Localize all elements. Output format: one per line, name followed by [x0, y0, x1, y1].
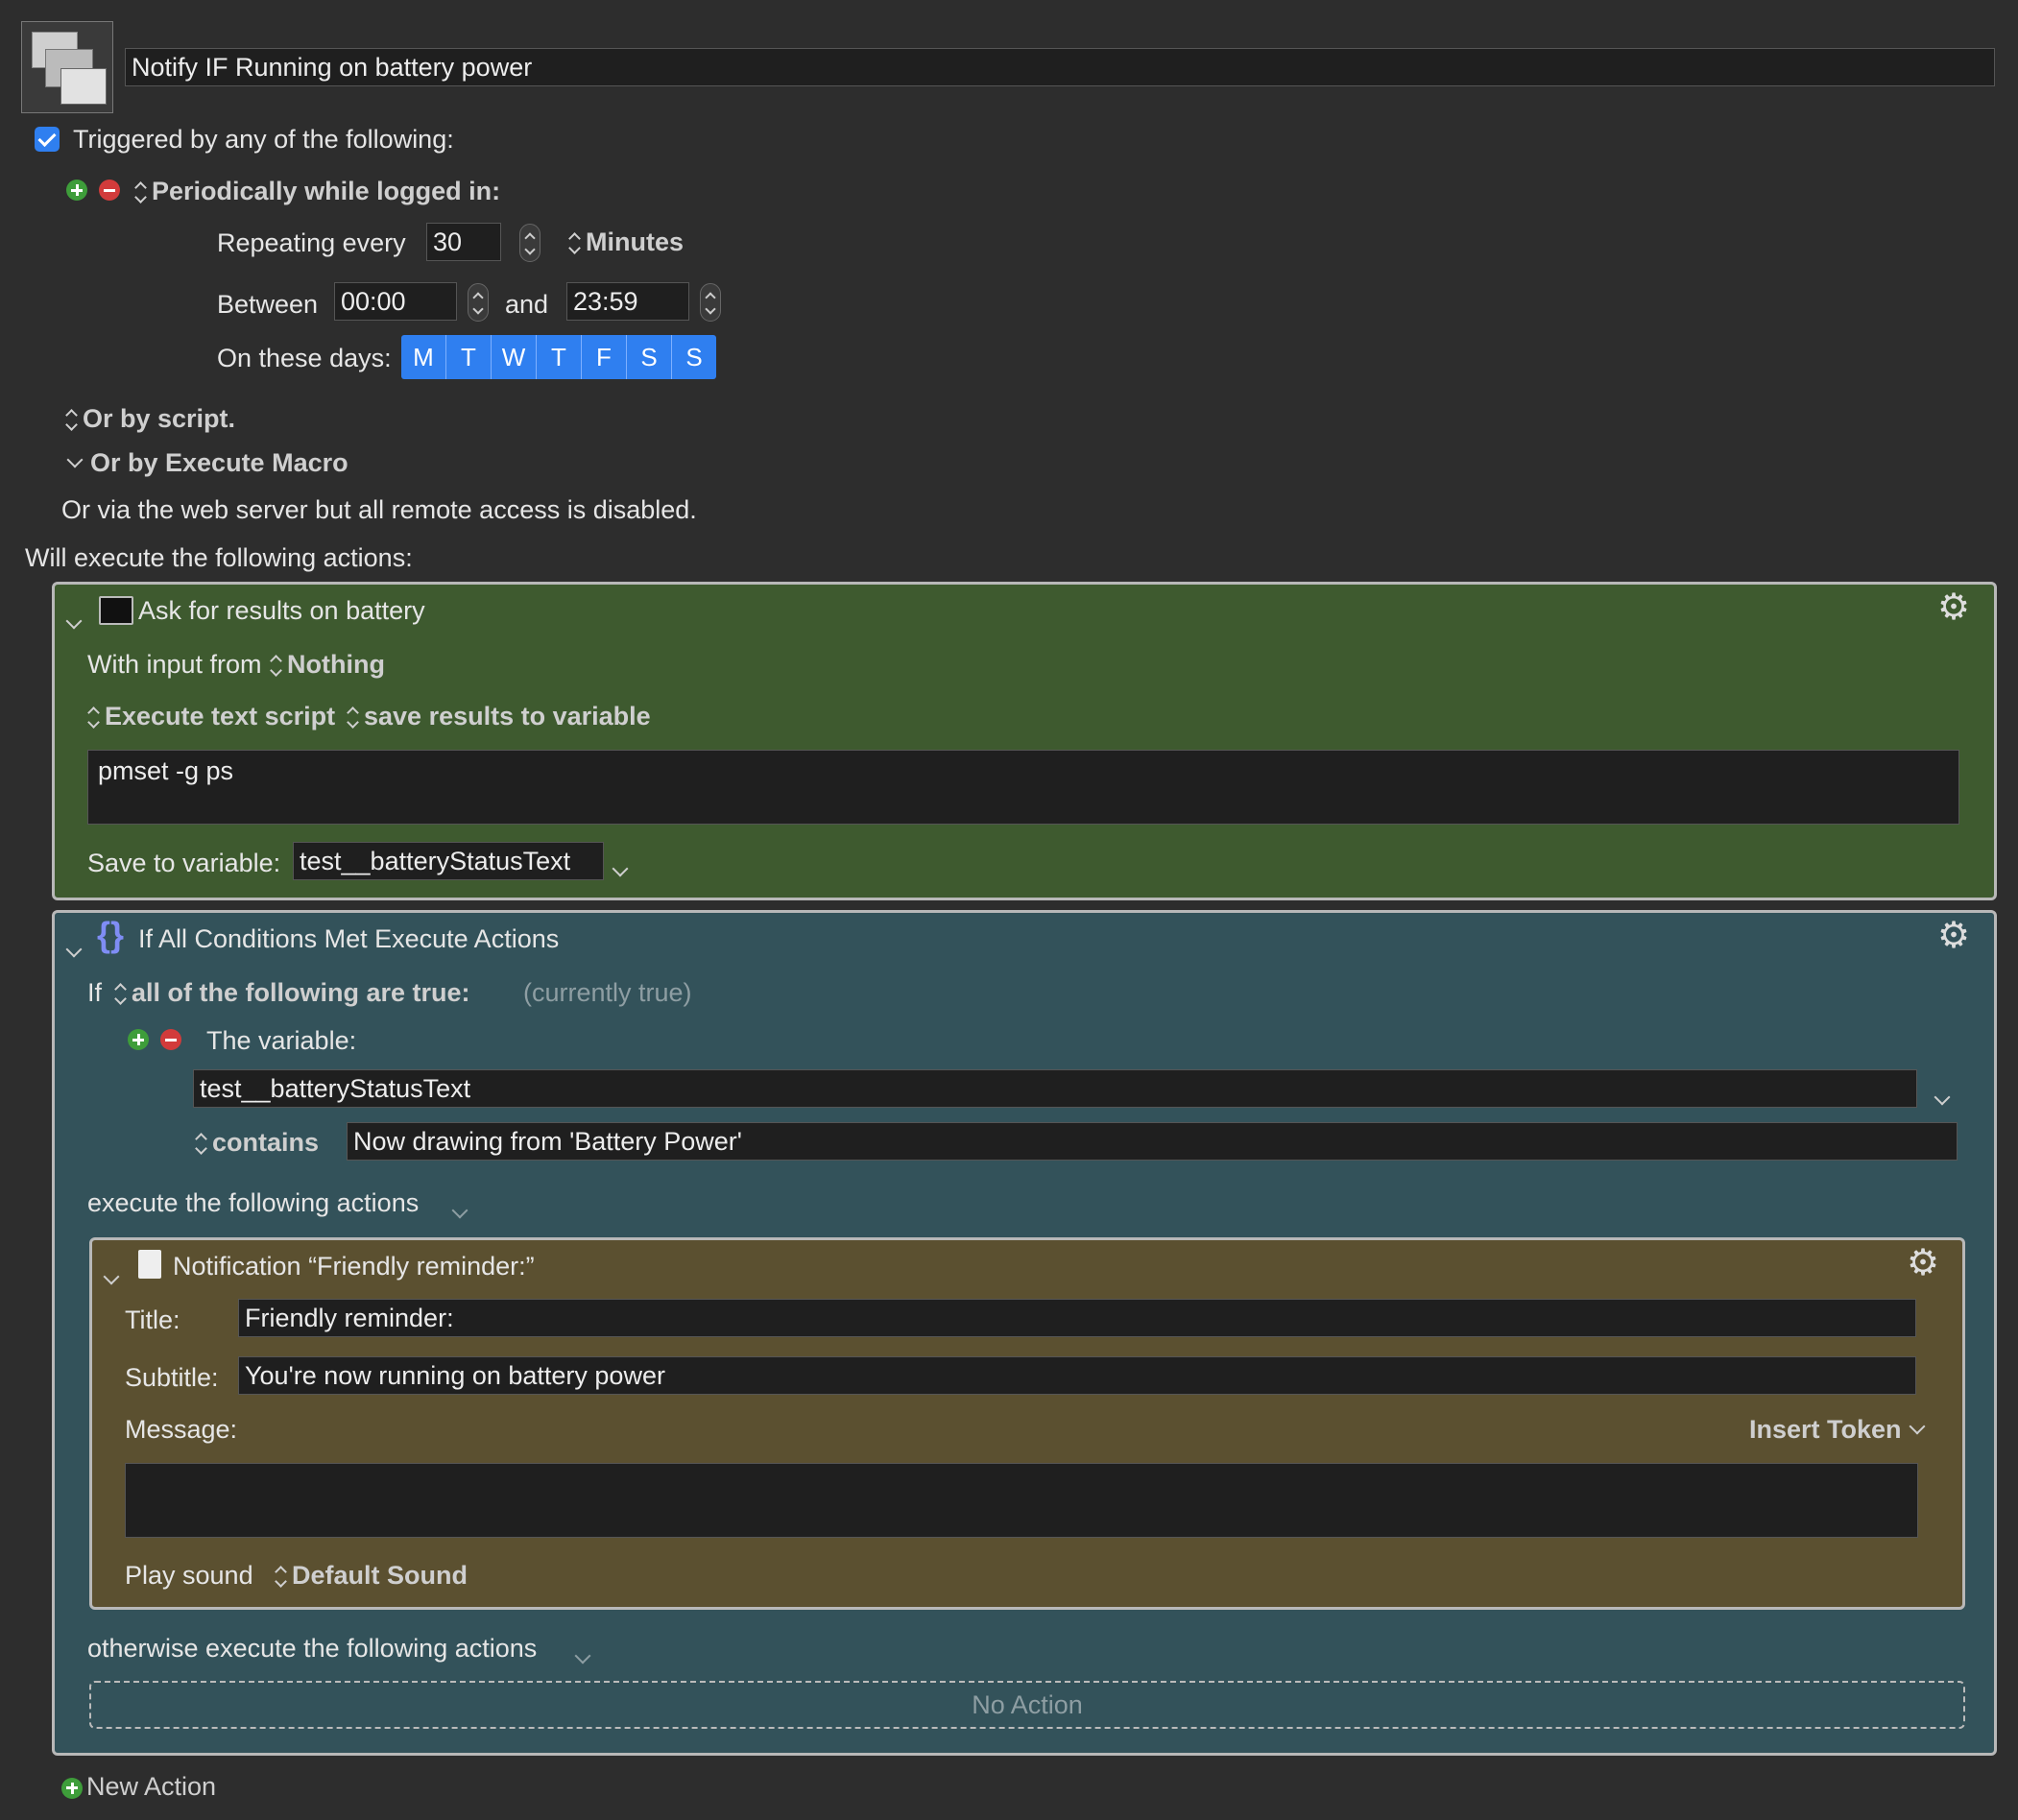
new-action-button[interactable]: New Action [61, 1772, 216, 1802]
end-time-stepper[interactable] [700, 283, 721, 322]
gear-icon[interactable]: ⚙ [1937, 918, 1970, 954]
chevron-down-icon [66, 451, 84, 468]
updown-icon [270, 654, 283, 679]
script-textarea[interactable]: pmset -g ps [87, 750, 1959, 825]
action-title: If All Conditions Met Execute Actions [138, 924, 560, 953]
action-if-conditions: {} If All Conditions Met Execute Actions… [52, 910, 1997, 1756]
action-title: Notification “Friendly reminder:” [173, 1252, 535, 1281]
remove-trigger-button[interactable] [99, 180, 120, 201]
subtitle-label: Subtitle: [125, 1363, 219, 1392]
updown-icon [134, 180, 148, 205]
day-saturday-toggle[interactable]: S [627, 335, 672, 379]
sound-popup[interactable]: Default Sound [275, 1561, 468, 1591]
notification-subtitle-input[interactable] [238, 1356, 1916, 1395]
save-variable-label: Save to variable: [87, 849, 281, 877]
play-sound-label: Play sound [125, 1561, 253, 1590]
repeat-stepper[interactable] [519, 224, 541, 262]
updown-icon [87, 706, 101, 730]
terminal-icon [99, 596, 133, 625]
web-server-text: Or via the web server but all remote acc… [61, 495, 697, 524]
result-mode-popup[interactable]: save results to variable [347, 702, 651, 731]
updown-icon [65, 408, 79, 433]
macro-icon-window-front [60, 68, 107, 105]
else-actions-chevron-icon[interactable] [574, 1639, 591, 1668]
message-label: Message: [125, 1415, 238, 1444]
if-label: If [87, 978, 103, 1007]
day-sunday-toggle[interactable]: S [672, 335, 716, 379]
updown-icon [568, 231, 582, 256]
macro-name-input[interactable] [125, 48, 1995, 86]
day-thursday-toggle[interactable]: T [537, 335, 582, 379]
action-execute-script: Ask for results on battery ⚙ With input … [52, 582, 1997, 900]
plus-icon [61, 1777, 83, 1799]
condition-type-label: The variable: [206, 1026, 357, 1055]
else-actions-label: otherwise execute the following actions [87, 1634, 538, 1663]
or-by-script-toggle[interactable]: Or by script. [65, 404, 235, 434]
braces-icon: {} [97, 915, 125, 954]
triggered-checkbox[interactable] [35, 127, 60, 152]
day-wednesday-toggle[interactable]: W [492, 335, 537, 379]
add-trigger-button[interactable] [66, 180, 87, 201]
condition-value-input[interactable] [347, 1122, 1958, 1161]
start-time-input[interactable] [334, 282, 457, 321]
save-variable-input[interactable] [293, 842, 604, 880]
condition-variable-input[interactable] [193, 1069, 1917, 1108]
collapse-chevron-icon[interactable] [65, 932, 83, 962]
day-friday-toggle[interactable]: F [582, 335, 627, 379]
collapse-chevron-icon[interactable] [65, 604, 83, 634]
updown-icon [114, 982, 128, 1007]
script-type-popup[interactable]: Execute text script [87, 702, 335, 731]
updown-icon [347, 706, 360, 730]
updown-icon [275, 1565, 288, 1590]
insert-token-button[interactable]: Insert Token [1749, 1415, 1926, 1445]
or-by-execute-macro-toggle[interactable]: Or by Execute Macro [65, 448, 348, 478]
gear-icon[interactable]: ⚙ [1907, 1245, 1939, 1281]
collapse-chevron-icon[interactable] [103, 1259, 120, 1289]
operator-popup[interactable]: contains [195, 1128, 319, 1158]
start-time-stepper[interactable] [468, 283, 489, 322]
updown-icon [195, 1132, 208, 1157]
no-action-dropzone[interactable]: No Action [89, 1681, 1965, 1729]
action-notification: Notification “Friendly reminder:” ⚙ Titl… [89, 1237, 1965, 1610]
remove-condition-button[interactable] [160, 1029, 181, 1050]
checkmark-icon [37, 128, 57, 148]
gear-icon[interactable]: ⚙ [1937, 589, 1970, 626]
days-label: On these days: [217, 344, 392, 372]
notification-title-input[interactable] [238, 1299, 1916, 1337]
repeat-interval-input[interactable] [426, 223, 501, 261]
and-label: and [505, 290, 549, 319]
notification-document-icon [138, 1250, 161, 1279]
condition-mode-popup[interactable]: all of the following are true: [114, 978, 470, 1008]
trigger-type-popup[interactable]: Periodically while logged in: [134, 177, 500, 206]
no-action-label: No Action [972, 1690, 1083, 1719]
add-condition-button[interactable] [128, 1029, 149, 1050]
variable-dropdown-chevron-icon[interactable] [612, 851, 629, 881]
days-selector: M T W T F S S [401, 335, 716, 379]
macro-icon[interactable] [21, 21, 113, 113]
condition-status: (currently true) [523, 978, 692, 1007]
condition-variable-chevron-icon[interactable] [1934, 1080, 1951, 1110]
title-label: Title: [125, 1305, 180, 1334]
day-tuesday-toggle[interactable]: T [446, 335, 492, 379]
triggered-label: Triggered by any of the following: [73, 125, 454, 154]
end-time-input[interactable] [566, 282, 689, 321]
notification-message-textarea[interactable] [125, 1463, 1918, 1538]
between-label: Between [217, 290, 319, 319]
then-actions-label: execute the following actions [87, 1188, 420, 1217]
action-title: Ask for results on battery [138, 596, 425, 625]
repeat-label: Repeating every [217, 228, 406, 257]
unit-popup[interactable]: Minutes [568, 228, 684, 257]
actions-header: Will execute the following actions: [25, 543, 413, 572]
then-actions-chevron-icon[interactable] [451, 1193, 468, 1223]
day-monday-toggle[interactable]: M [401, 335, 446, 379]
chevron-down-icon [1909, 1418, 1926, 1435]
input-from-label: With input from [87, 650, 262, 679]
input-from-popup[interactable]: Nothing [270, 650, 385, 680]
